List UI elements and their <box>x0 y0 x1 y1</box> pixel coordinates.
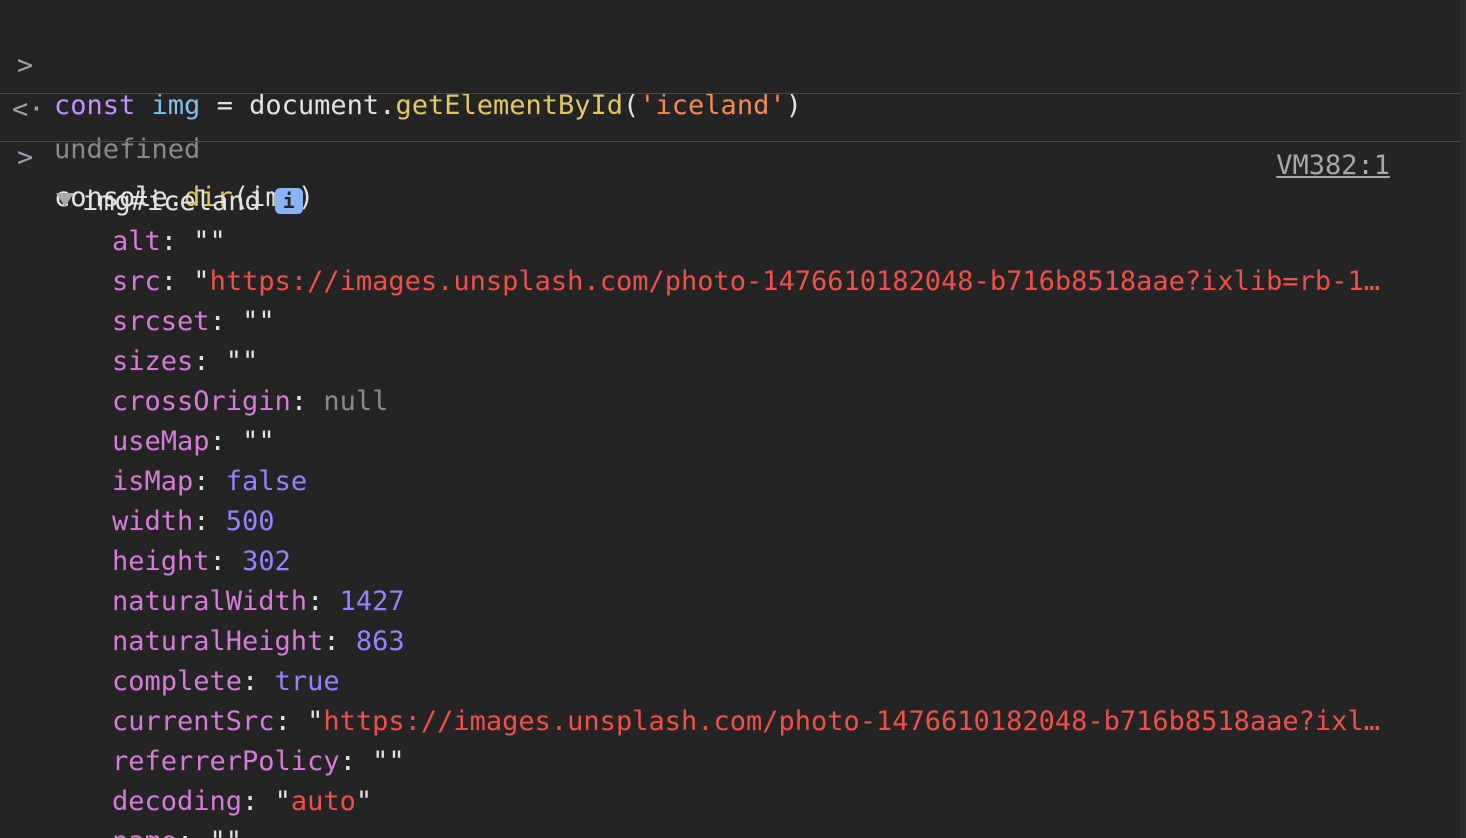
scrollbar[interactable] <box>1460 0 1466 838</box>
property-colon: : <box>290 386 324 417</box>
property-row[interactable]: useMap: "" <box>112 422 1406 462</box>
property-value: "" <box>242 426 275 457</box>
property-key: useMap <box>112 426 210 457</box>
property-key: crossOrigin <box>112 386 291 417</box>
property-row[interactable]: width: 500 <box>112 502 1406 542</box>
property-colon: : <box>242 666 275 697</box>
object-tree-header[interactable]: img#iceland i <box>56 182 303 222</box>
property-row[interactable]: complete: true <box>112 662 1406 702</box>
object-label: img#iceland <box>82 186 261 217</box>
source-link[interactable]: VM382:1 <box>1276 146 1390 186</box>
object-properties: alt: "" src: "https://images.unsplash.com… <box>112 222 1406 838</box>
property-row[interactable]: naturalHeight: 863 <box>112 622 1406 662</box>
property-row[interactable]: height: 302 <box>112 542 1406 582</box>
property-value: auto <box>290 786 356 817</box>
property-colon: : <box>209 546 243 577</box>
property-row[interactable]: src: "https://images.unsplash.com/photo-… <box>112 262 1406 302</box>
property-key: naturalWidth <box>112 586 308 617</box>
property-key: isMap <box>112 466 194 497</box>
devtools-console: > const img = document.getElementById('i… <box>0 0 1466 838</box>
property-value: null <box>323 386 389 417</box>
property-value: false <box>225 466 308 497</box>
property-key: src <box>112 266 161 297</box>
property-value[interactable]: https://images.unsplash.com/photo-147661… <box>210 266 1380 297</box>
property-value: 500 <box>225 506 275 537</box>
property-colon: : <box>242 786 275 817</box>
property-colon: : <box>177 826 210 838</box>
property-row[interactable]: sizes: "" <box>112 342 1406 382</box>
property-row[interactable]: alt: "" <box>112 222 1406 262</box>
property-value: "" <box>193 226 226 257</box>
divider <box>0 93 1460 94</box>
property-row[interactable]: srcset: "" <box>112 302 1406 342</box>
divider <box>0 141 1460 142</box>
property-colon: : <box>339 746 373 777</box>
property-colon: : <box>307 586 340 617</box>
info-icon[interactable]: i <box>274 187 303 214</box>
property-colon: : <box>193 466 226 497</box>
property-key: height <box>112 546 210 577</box>
property-row[interactable]: currentSrc: "https://images.unsplash.com… <box>112 702 1406 742</box>
property-value: 1427 <box>339 586 405 617</box>
property-value: "" <box>225 346 259 377</box>
property-colon: : <box>193 506 226 537</box>
property-row[interactable]: referrerPolicy: "" <box>112 742 1406 782</box>
property-key: currentSrc <box>112 706 275 737</box>
property-value: "" <box>210 826 243 838</box>
property-colon: : <box>209 426 243 457</box>
console-input-line[interactable]: > const img = document.getElementById('i… <box>0 6 1466 121</box>
property-key: srcset <box>112 306 210 337</box>
expand-triangle-icon[interactable] <box>56 192 74 207</box>
property-key: name <box>112 826 177 838</box>
property-key: referrerPolicy <box>112 746 340 777</box>
property-value: 863 <box>355 626 405 657</box>
property-value: "" <box>372 746 405 777</box>
property-colon: : <box>160 226 194 257</box>
property-colon: : <box>193 346 226 377</box>
property-row[interactable]: name: "" <box>112 822 1406 838</box>
property-colon: : <box>323 626 356 657</box>
property-key: alt <box>112 226 161 257</box>
property-row[interactable]: decoding: "auto" <box>112 782 1406 822</box>
property-key: complete <box>112 666 243 697</box>
property-key: decoding <box>112 786 243 817</box>
property-value: "" <box>242 306 275 337</box>
console-input-line[interactable]: > console.dir(img) <box>0 98 1466 213</box>
property-colon: : <box>274 706 308 737</box>
property-key: sizes <box>112 346 194 377</box>
property-value: true <box>274 666 340 697</box>
property-key: naturalHeight <box>112 626 324 657</box>
property-colon: : <box>160 266 194 297</box>
property-row[interactable]: crossOrigin: null <box>112 382 1406 422</box>
console-result-line: <· undefined <box>0 50 1466 165</box>
property-row[interactable]: naturalWidth: 1427 <box>112 582 1406 622</box>
property-row[interactable]: isMap: false <box>112 462 1406 502</box>
property-colon: : <box>209 306 243 337</box>
property-value: 302 <box>242 546 291 577</box>
chevron-right-icon: > <box>16 142 34 173</box>
property-key: width <box>112 506 194 537</box>
property-value[interactable]: https://images.unsplash.com/photo-147661… <box>323 706 1380 737</box>
